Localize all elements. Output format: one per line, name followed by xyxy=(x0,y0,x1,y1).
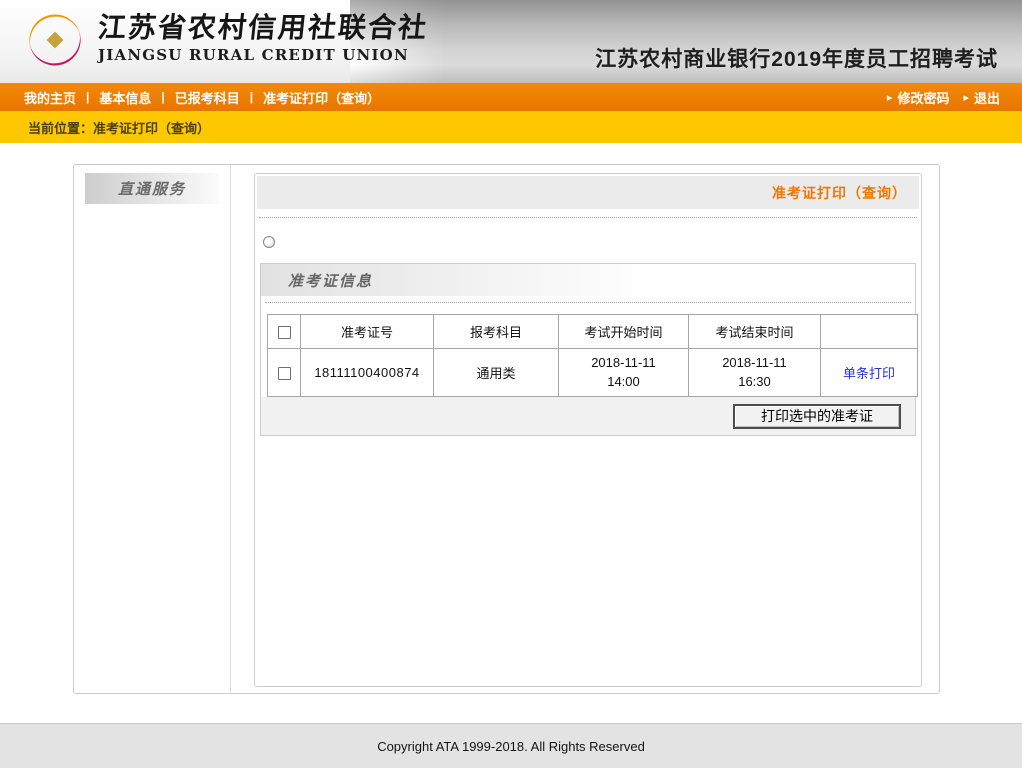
subject-cell: 通用类 xyxy=(434,349,559,397)
row-select-cell xyxy=(268,349,301,397)
nav-separator: | xyxy=(86,90,89,104)
single-print-link[interactable]: 单条打印 xyxy=(843,366,895,381)
select-all-checkbox[interactable] xyxy=(278,326,291,339)
col-header-action xyxy=(821,315,918,349)
start-time-cell: 2018-11-11 14:00 xyxy=(559,349,689,397)
col-header-ticket-no: 准考证号 xyxy=(301,315,434,349)
main-panel: 准考证打印（查询） 准考证信息 准考证号 报考科目 xyxy=(254,173,922,687)
copyright-text: Copyright ATA 1999-2018. All Rights Rese… xyxy=(377,739,645,754)
info-box-header: 准考证信息 xyxy=(261,264,915,296)
nav-item-my-home[interactable]: 我的主页 xyxy=(24,88,76,107)
logout-link[interactable]: 退出 xyxy=(974,88,1000,107)
table-header-row: 准考证号 报考科目 考试开始时间 考试结束时间 xyxy=(268,315,918,349)
section-title: 准考证信息 xyxy=(288,270,373,291)
brand-text: 江苏省农村信用社联合社 JIANGSU RURAL CREDIT UNION xyxy=(98,7,428,64)
exam-title: 江苏农村商业银行2019年度员工招聘考试 xyxy=(595,43,998,73)
sidebar: 直通服务 xyxy=(74,165,231,693)
end-time: 16:30 xyxy=(689,373,820,392)
col-header-start-time: 考试开始时间 xyxy=(559,315,689,349)
nav-item-ticket-print[interactable]: 准考证打印（查询） xyxy=(263,88,380,107)
main-nav: 我的主页 | 基本信息 | 已报考科目 | 准考证打印（查询） ▸ 修改密码 ▸… xyxy=(0,83,1022,111)
content-container: 直通服务 准考证打印（查询） 准考证信息 xyxy=(73,164,940,694)
dotted-divider xyxy=(259,217,917,218)
end-time-cell: 2018-11-11 16:30 xyxy=(689,349,821,397)
table-action-row: 打印选中的准考证 xyxy=(261,397,915,435)
arrow-right-icon: ▸ xyxy=(963,91,969,104)
panel-title-link[interactable]: 准考证打印（查询） xyxy=(772,183,907,203)
breadcrumb: 当前位置：准考证打印（查询） xyxy=(0,111,1022,143)
arrow-right-icon: ▸ xyxy=(887,91,893,104)
nav-left-group: 我的主页 | 基本信息 | 已报考科目 | 准考证打印（查询） xyxy=(24,88,380,107)
action-cell: 单条打印 xyxy=(821,349,918,397)
sidebar-title: 直通服务 xyxy=(85,173,219,204)
nav-right-group: ▸ 修改密码 ▸ 退出 xyxy=(873,88,1000,107)
nav-separator: | xyxy=(250,90,253,104)
admit-card-table: 准考证号 报考科目 考试开始时间 考试结束时间 18111100400874 通… xyxy=(267,314,918,397)
page-footer: Copyright ATA 1999-2018. All Rights Rese… xyxy=(0,723,1022,768)
col-header-end-time: 考试结束时间 xyxy=(689,315,821,349)
nav-item-registered-subjects[interactable]: 已报考科目 xyxy=(175,88,240,107)
start-date: 2018-11-11 xyxy=(559,354,688,373)
ticket-no-cell: 18111100400874 xyxy=(301,349,434,397)
row-checkbox[interactable] xyxy=(278,367,291,380)
panel-header: 准考证打印（查询） xyxy=(257,176,919,209)
page-radio-button[interactable] xyxy=(263,236,275,248)
brand-subtitle-en: JIANGSU RURAL CREDIT UNION xyxy=(98,46,428,64)
nav-item-basic-info[interactable]: 基本信息 xyxy=(99,88,151,107)
print-selected-button[interactable]: 打印选中的准考证 xyxy=(733,404,901,429)
start-time: 14:00 xyxy=(559,373,688,392)
radio-row xyxy=(263,235,919,248)
col-header-subject: 报考科目 xyxy=(434,315,559,349)
change-password-link[interactable]: 修改密码 xyxy=(897,88,949,107)
breadcrumb-label: 当前位置：准考证打印（查询） xyxy=(28,118,210,137)
admit-card-info-box: 准考证信息 准考证号 报考科目 考试开始时间 考试结束时间 xyxy=(260,263,916,436)
brand-title-cn: 江苏省农村信用社联合社 xyxy=(96,13,429,44)
credit-union-logo-icon xyxy=(22,7,88,78)
brand-block: 江苏省农村信用社联合社 JIANGSU RURAL CREDIT UNION xyxy=(22,7,428,78)
nav-separator: | xyxy=(161,90,164,104)
dotted-divider xyxy=(265,302,911,303)
select-all-cell xyxy=(268,315,301,349)
table-row: 18111100400874 通用类 2018-11-11 14:00 2018… xyxy=(268,349,918,397)
page-header: 江苏省农村信用社联合社 JIANGSU RURAL CREDIT UNION 江… xyxy=(0,0,1022,83)
end-date: 2018-11-11 xyxy=(689,354,820,373)
